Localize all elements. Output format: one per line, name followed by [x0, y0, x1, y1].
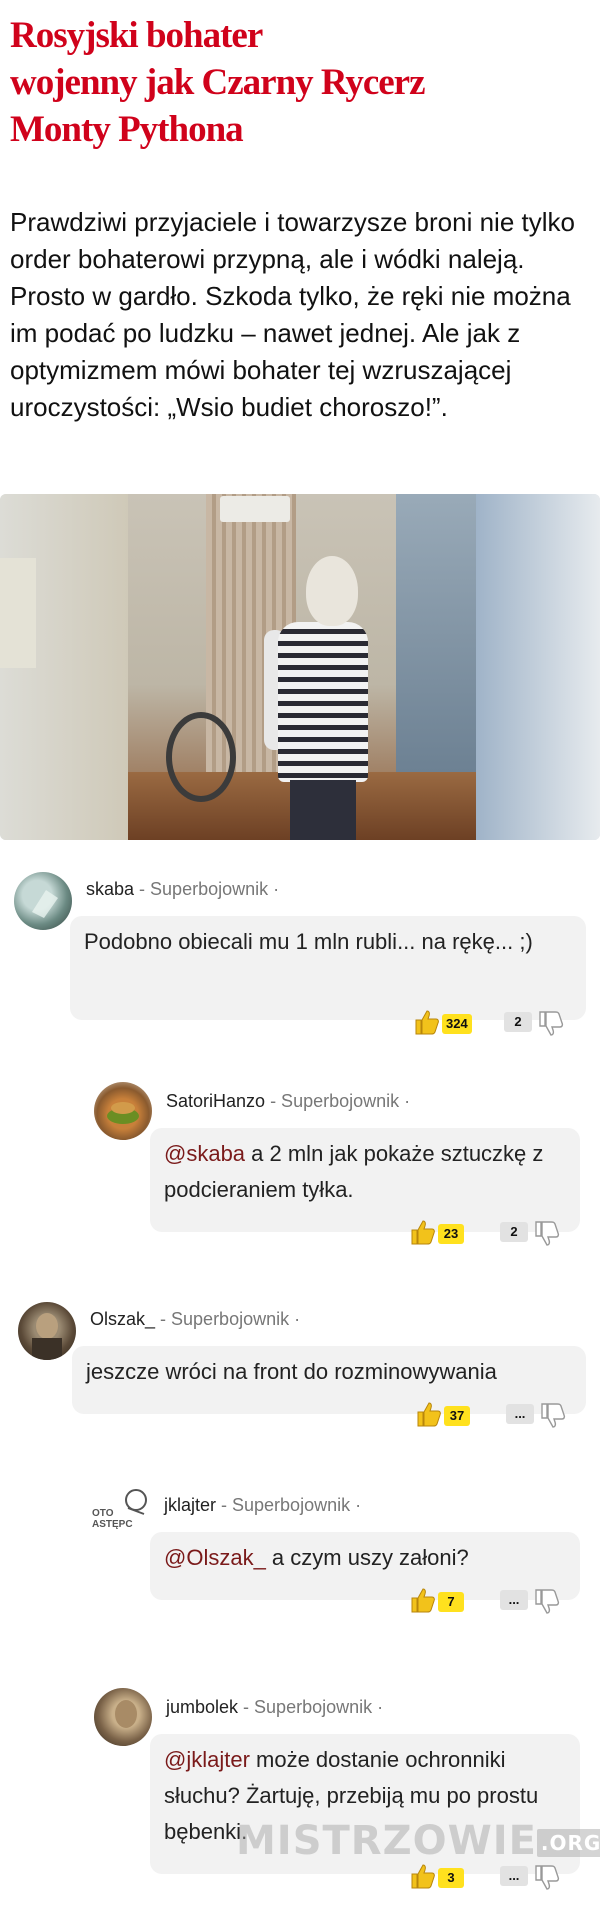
thumb-down-icon[interactable]	[532, 1588, 560, 1616]
thumb-up-icon[interactable]	[408, 1586, 436, 1614]
avatar[interactable]	[94, 1082, 152, 1140]
avatar-image-icon	[32, 890, 58, 918]
thumb-up-icon[interactable]	[408, 1218, 436, 1246]
comment-author[interactable]: SatoriHanzo	[166, 1091, 265, 1111]
avatar-image-icon	[115, 1700, 137, 1728]
watermark-text: MISTRZOWIE	[236, 1818, 537, 1864]
avatar-image-icon	[32, 1313, 62, 1360]
avatar-image-icon	[107, 1102, 139, 1124]
comment-text: a czym uszy załoni?	[265, 1545, 469, 1570]
thumb-down-icon[interactable]	[532, 1864, 560, 1892]
video-blur-left-patch	[0, 558, 36, 668]
site-watermark: MISTRZOWIE .ORG	[236, 1818, 600, 1864]
comment-rank: - Superbojownik ·	[134, 879, 280, 899]
upvote-count: 324	[442, 1014, 472, 1034]
avatar[interactable]	[18, 1302, 76, 1360]
downvote-count: ...	[500, 1866, 528, 1886]
upvote-count: 23	[438, 1224, 464, 1244]
comment-author[interactable]: jumbolek	[166, 1697, 238, 1717]
comment-rank: - Superbojownik ·	[216, 1495, 362, 1515]
video-person-head	[306, 556, 358, 626]
article-title: Rosyjski bohater wojenny jak Czarny Ryce…	[10, 15, 426, 150]
comment-rank: - Superbojownik ·	[238, 1697, 384, 1717]
video-air-conditioner	[220, 496, 290, 522]
upvote-count: 7	[438, 1592, 464, 1612]
comment-author[interactable]: jklajter	[164, 1495, 216, 1515]
downvote-count: ...	[506, 1404, 534, 1424]
thumb-up-icon[interactable]	[414, 1400, 442, 1428]
downvote-count: ...	[500, 1590, 528, 1610]
downvote-count: 2	[504, 1012, 532, 1032]
article-video[interactable]	[0, 494, 600, 840]
comment-author[interactable]: skaba	[86, 879, 134, 899]
comment-mention[interactable]: @skaba	[164, 1141, 245, 1166]
comment-author[interactable]: Olszak_	[90, 1309, 155, 1329]
watermark-org: .ORG	[536, 1829, 600, 1857]
comment-votes: 324 2	[412, 1008, 572, 1038]
comment-votes: 3 ...	[408, 1862, 568, 1892]
comment-mention[interactable]: @Olszak_	[164, 1545, 266, 1570]
avatar[interactable]	[14, 872, 72, 930]
comment-rank: - Superbojownik ·	[265, 1091, 411, 1111]
thumb-up-icon[interactable]	[412, 1008, 440, 1036]
comment-text: jeszcze wróci na front do rozminowywania	[86, 1359, 497, 1384]
video-blur-right	[476, 494, 600, 840]
thumb-down-icon[interactable]	[538, 1402, 566, 1430]
upvote-count: 37	[444, 1406, 470, 1426]
avatar-text: OTO ASTĘPC	[92, 1508, 133, 1530]
comment-votes: 37 ...	[414, 1400, 574, 1430]
comment-votes: 23 2	[408, 1218, 568, 1248]
comment-text: Podobno obiecali mu 1 mln rubli... na rę…	[84, 929, 533, 954]
video-person-legs	[290, 780, 356, 840]
comment-meta: SatoriHanzo - Superbojownik ·	[166, 1090, 410, 1112]
comment-meta: Olszak_ - Superbojownik ·	[90, 1308, 300, 1330]
video-frame	[128, 494, 476, 840]
comment-bubble: Podobno obiecali mu 1 mln rubli... na rę…	[70, 916, 586, 1020]
thumb-up-icon[interactable]	[408, 1862, 436, 1890]
comment-meta: jumbolek - Superbojownik ·	[166, 1696, 383, 1718]
comment-meta: skaba - Superbojownik ·	[86, 878, 279, 900]
article-lead: Prawdziwi przyjaciele i towarzysze broni…	[10, 207, 575, 422]
comment-bubble: @skaba a 2 mln jak pokaże sztuczkę z pod…	[150, 1128, 580, 1232]
comment-meta: jklajter - Superbojownik ·	[164, 1494, 361, 1516]
upvote-count: 3	[438, 1868, 464, 1888]
comment-mention[interactable]: @jklajter	[164, 1747, 250, 1772]
comment-votes: 7 ...	[408, 1586, 568, 1616]
video-wheelchair	[166, 712, 236, 802]
avatar[interactable]: OTO ASTĘPC	[92, 1486, 150, 1544]
thumb-down-icon[interactable]	[532, 1220, 560, 1248]
avatar[interactable]	[94, 1688, 152, 1746]
comment-rank: - Superbojownik ·	[155, 1309, 301, 1329]
video-person-body	[278, 622, 368, 782]
downvote-count: 2	[500, 1222, 528, 1242]
thumb-down-icon[interactable]	[536, 1010, 564, 1038]
